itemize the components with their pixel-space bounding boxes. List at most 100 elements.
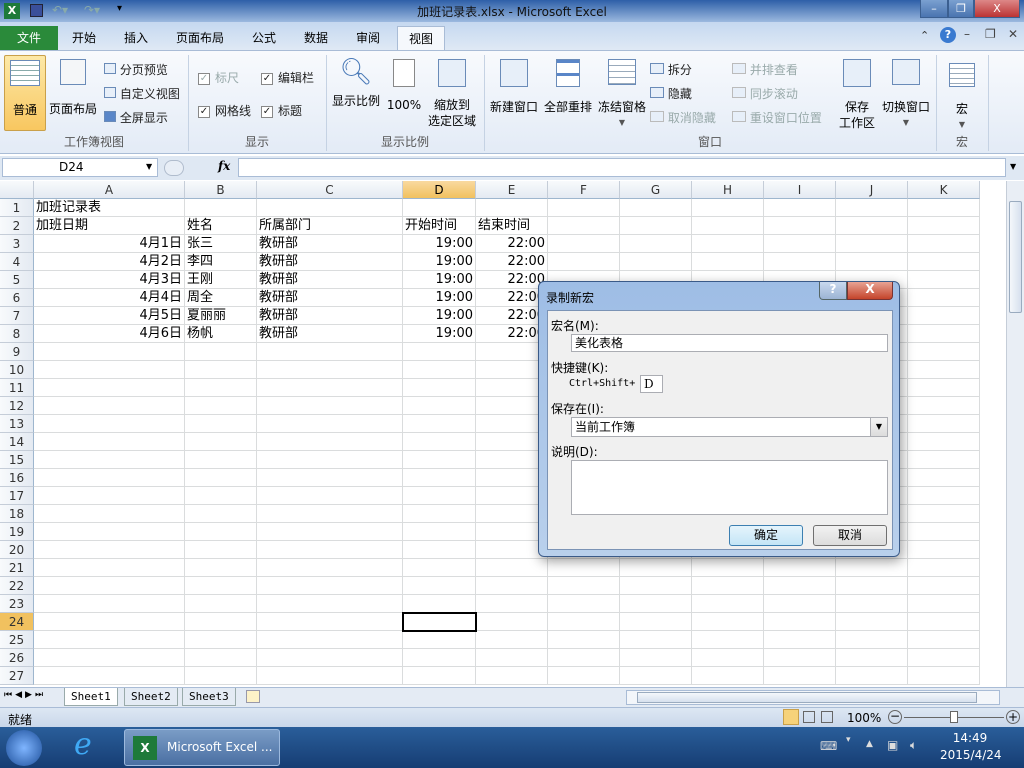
cell-D3[interactable]: 19:00 <box>403 235 476 253</box>
macros-button[interactable]: 宏 ▼ <box>940 55 984 133</box>
cell-B26[interactable] <box>185 649 257 667</box>
cell-H23[interactable] <box>692 595 764 613</box>
row-header-13[interactable]: 13 <box>0 415 34 433</box>
cell-G3[interactable] <box>620 235 692 253</box>
normal-view-status-icon[interactable] <box>783 709 799 725</box>
name-box[interactable]: D24 <box>2 158 158 177</box>
cell-B14[interactable] <box>185 433 257 451</box>
close-button[interactable]: X <box>974 0 1020 18</box>
sheet-tab-1[interactable]: Sheet1 <box>64 688 118 706</box>
cell-C13[interactable] <box>257 415 403 433</box>
cell-C22[interactable] <box>257 577 403 595</box>
cell-E27[interactable] <box>476 667 548 685</box>
cell-I4[interactable] <box>764 253 836 271</box>
cell-K19[interactable] <box>908 523 980 541</box>
scroll-thumb[interactable] <box>637 692 977 703</box>
cell-A2[interactable]: 加班日期 <box>34 217 185 235</box>
show-hidden-icons[interactable]: ▲ <box>866 739 873 749</box>
column-header-D[interactable]: D <box>403 181 476 199</box>
minimize-ribbon-icon[interactable]: ⌃ <box>920 29 929 42</box>
cell-B25[interactable] <box>185 631 257 649</box>
zoom-slider-thumb[interactable] <box>950 711 958 723</box>
cell-A13[interactable] <box>34 415 185 433</box>
cell-A7[interactable]: 4月5日 <box>34 307 185 325</box>
cell-G26[interactable] <box>620 649 692 667</box>
cell-E3[interactable]: 22:00 <box>476 235 548 253</box>
sheet-nav-icons[interactable]: ⏮◀▶⏭ <box>4 690 46 700</box>
shortcut-key-input[interactable]: D <box>640 375 663 393</box>
cell-K11[interactable] <box>908 379 980 397</box>
cell-K1[interactable] <box>908 199 980 217</box>
headings-checkbox[interactable]: ✓ 标题 <box>261 102 302 119</box>
internet-explorer-icon[interactable]: e <box>74 727 92 762</box>
cell-E22[interactable] <box>476 577 548 595</box>
cell-B17[interactable] <box>185 487 257 505</box>
cell-A23[interactable] <box>34 595 185 613</box>
zoom-in-button[interactable]: + <box>1006 710 1020 724</box>
cell-F27[interactable] <box>548 667 620 685</box>
cell-K18[interactable] <box>908 505 980 523</box>
cell-G25[interactable] <box>620 631 692 649</box>
cell-K4[interactable] <box>908 253 980 271</box>
cell-J21[interactable] <box>836 559 908 577</box>
cell-G27[interactable] <box>620 667 692 685</box>
cell-C26[interactable] <box>257 649 403 667</box>
cell-K23[interactable] <box>908 595 980 613</box>
new-window-button[interactable]: 新建窗口 <box>488 55 540 115</box>
cell-A12[interactable] <box>34 397 185 415</box>
cell-D26[interactable] <box>403 649 476 667</box>
gridlines-checkbox[interactable]: ✓ 网格线 <box>198 102 251 119</box>
cell-C5[interactable]: 教研部 <box>257 271 403 289</box>
cell-B16[interactable] <box>185 469 257 487</box>
cell-J3[interactable] <box>836 235 908 253</box>
cell-H1[interactable] <box>692 199 764 217</box>
cell-B9[interactable] <box>185 343 257 361</box>
row-header-24[interactable]: 24 <box>0 613 34 631</box>
cell-C11[interactable] <box>257 379 403 397</box>
cell-A10[interactable] <box>34 361 185 379</box>
cell-D5[interactable]: 19:00 <box>403 271 476 289</box>
cell-C1[interactable] <box>257 199 403 217</box>
cell-C27[interactable] <box>257 667 403 685</box>
ruler-checkbox[interactable]: ✓ 标尺 <box>198 69 239 86</box>
freeze-panes-button[interactable]: 冻结窗格 ▼ <box>596 55 648 131</box>
save-workspace-button[interactable]: 保存 工作区 <box>834 55 880 131</box>
hide-button[interactable]: 隐藏 <box>650 85 692 102</box>
view-side-by-side-button[interactable]: 并排查看 <box>732 61 798 78</box>
cell-K9[interactable] <box>908 343 980 361</box>
cell-K22[interactable] <box>908 577 980 595</box>
macro-name-input[interactable]: 美化表格 <box>571 334 888 352</box>
column-header-B[interactable]: B <box>185 181 257 199</box>
cell-G4[interactable] <box>620 253 692 271</box>
column-header-K[interactable]: K <box>908 181 980 199</box>
cell-H24[interactable] <box>692 613 764 631</box>
formula-bar-checkbox[interactable]: ✓ 编辑栏 <box>261 69 314 86</box>
cell-I23[interactable] <box>764 595 836 613</box>
cell-F3[interactable] <box>548 235 620 253</box>
cell-I24[interactable] <box>764 613 836 631</box>
row-header-26[interactable]: 26 <box>0 649 34 667</box>
horizontal-scrollbar[interactable] <box>626 690 1000 705</box>
cell-D1[interactable] <box>403 199 476 217</box>
cell-C25[interactable] <box>257 631 403 649</box>
cell-D19[interactable] <box>403 523 476 541</box>
cell-B21[interactable] <box>185 559 257 577</box>
ok-button[interactable]: 确定 <box>729 525 803 546</box>
cell-B20[interactable] <box>185 541 257 559</box>
cell-C12[interactable] <box>257 397 403 415</box>
cell-F25[interactable] <box>548 631 620 649</box>
formula-input[interactable] <box>238 158 1006 177</box>
arrange-all-button[interactable]: 全部重排 <box>542 55 594 115</box>
row-header-14[interactable]: 14 <box>0 433 34 451</box>
cell-D7[interactable]: 19:00 <box>403 307 476 325</box>
cell-C10[interactable] <box>257 361 403 379</box>
cell-D27[interactable] <box>403 667 476 685</box>
column-header-F[interactable]: F <box>548 181 620 199</box>
cell-A5[interactable]: 4月3日 <box>34 271 185 289</box>
cell-C24[interactable] <box>257 613 403 631</box>
cell-D22[interactable] <box>403 577 476 595</box>
select-all-corner[interactable] <box>0 181 34 199</box>
cell-K17[interactable] <box>908 487 980 505</box>
cell-C18[interactable] <box>257 505 403 523</box>
zoom-to-selection-button[interactable]: 缩放到 选定区域 <box>426 55 478 129</box>
